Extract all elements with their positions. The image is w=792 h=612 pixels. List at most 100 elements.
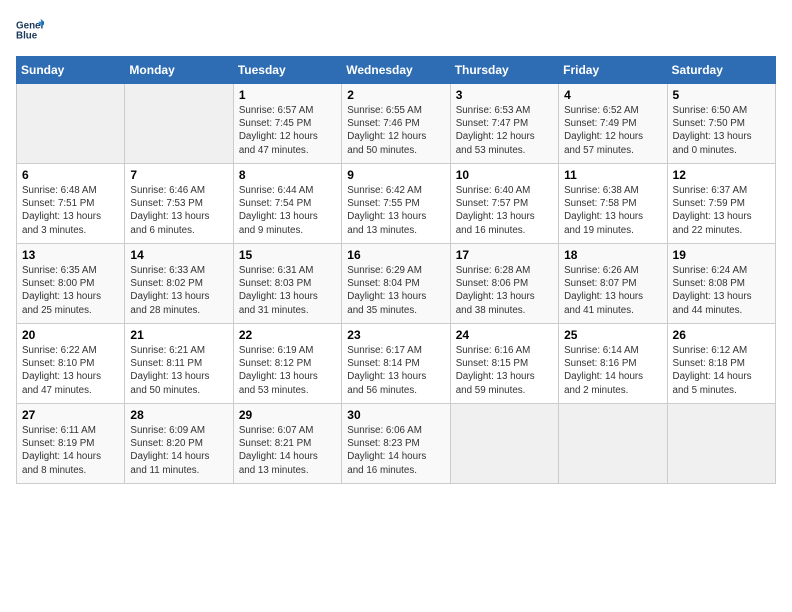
calendar-cell: 22 Sunrise: 6:19 AMSunset: 8:12 PMDayligh… (233, 324, 341, 404)
day-number: 30 (347, 408, 444, 422)
column-header-friday: Friday (559, 57, 667, 84)
day-info: Sunrise: 6:22 AMSunset: 8:10 PMDaylight:… (22, 344, 119, 397)
calendar-cell: 25 Sunrise: 6:14 AMSunset: 8:16 PMDayligh… (559, 324, 667, 404)
calendar-table: SundayMondayTuesdayWednesdayThursdayFrid… (16, 56, 776, 484)
day-info: Sunrise: 6:48 AMSunset: 7:51 PMDaylight:… (22, 184, 119, 237)
day-number: 14 (130, 248, 227, 262)
day-info: Sunrise: 6:26 AMSunset: 8:07 PMDaylight:… (564, 264, 661, 317)
calendar-cell (125, 84, 233, 164)
day-info: Sunrise: 6:11 AMSunset: 8:19 PMDaylight:… (22, 424, 119, 477)
calendar-cell: 29 Sunrise: 6:07 AMSunset: 8:21 PMDayligh… (233, 404, 341, 484)
day-info: Sunrise: 6:44 AMSunset: 7:54 PMDaylight:… (239, 184, 336, 237)
calendar-cell: 10 Sunrise: 6:40 AMSunset: 7:57 PMDayligh… (450, 164, 558, 244)
calendar-cell: 20 Sunrise: 6:22 AMSunset: 8:10 PMDayligh… (17, 324, 125, 404)
day-number: 7 (130, 168, 227, 182)
day-info: Sunrise: 6:40 AMSunset: 7:57 PMDaylight:… (456, 184, 553, 237)
column-header-tuesday: Tuesday (233, 57, 341, 84)
calendar-cell: 11 Sunrise: 6:38 AMSunset: 7:58 PMDayligh… (559, 164, 667, 244)
calendar-cell: 7 Sunrise: 6:46 AMSunset: 7:53 PMDaylight… (125, 164, 233, 244)
day-number: 18 (564, 248, 661, 262)
day-number: 6 (22, 168, 119, 182)
column-header-sunday: Sunday (17, 57, 125, 84)
day-number: 23 (347, 328, 444, 342)
day-number: 17 (456, 248, 553, 262)
calendar-cell: 26 Sunrise: 6:12 AMSunset: 8:18 PMDayligh… (667, 324, 775, 404)
calendar-cell: 1 Sunrise: 6:57 AMSunset: 7:45 PMDaylight… (233, 84, 341, 164)
day-info: Sunrise: 6:57 AMSunset: 7:45 PMDaylight:… (239, 104, 336, 157)
day-number: 3 (456, 88, 553, 102)
day-info: Sunrise: 6:38 AMSunset: 7:58 PMDaylight:… (564, 184, 661, 237)
calendar-cell (17, 84, 125, 164)
day-info: Sunrise: 6:29 AMSunset: 8:04 PMDaylight:… (347, 264, 444, 317)
day-info: Sunrise: 6:21 AMSunset: 8:11 PMDaylight:… (130, 344, 227, 397)
day-number: 26 (673, 328, 770, 342)
day-info: Sunrise: 6:19 AMSunset: 8:12 PMDaylight:… (239, 344, 336, 397)
calendar-cell: 30 Sunrise: 6:06 AMSunset: 8:23 PMDayligh… (342, 404, 450, 484)
day-info: Sunrise: 6:50 AMSunset: 7:50 PMDaylight:… (673, 104, 770, 157)
day-number: 13 (22, 248, 119, 262)
calendar-cell: 9 Sunrise: 6:42 AMSunset: 7:55 PMDaylight… (342, 164, 450, 244)
day-info: Sunrise: 6:14 AMSunset: 8:16 PMDaylight:… (564, 344, 661, 397)
day-info: Sunrise: 6:52 AMSunset: 7:49 PMDaylight:… (564, 104, 661, 157)
svg-text:Blue: Blue (16, 30, 38, 41)
day-info: Sunrise: 6:31 AMSunset: 8:03 PMDaylight:… (239, 264, 336, 317)
day-number: 10 (456, 168, 553, 182)
calendar-cell (450, 404, 558, 484)
calendar-cell: 13Sunrise: 6:35 AMSunset: 8:00 PMDayligh… (17, 244, 125, 324)
day-info: Sunrise: 6:55 AMSunset: 7:46 PMDaylight:… (347, 104, 444, 157)
day-info: Sunrise: 6:24 AMSunset: 8:08 PMDaylight:… (673, 264, 770, 317)
day-info: Sunrise: 6:12 AMSunset: 8:18 PMDaylight:… (673, 344, 770, 397)
day-number: 28 (130, 408, 227, 422)
day-number: 15 (239, 248, 336, 262)
day-info: Sunrise: 6:17 AMSunset: 8:14 PMDaylight:… (347, 344, 444, 397)
column-header-monday: Monday (125, 57, 233, 84)
calendar-cell (667, 404, 775, 484)
day-info: Sunrise: 6:37 AMSunset: 7:59 PMDaylight:… (673, 184, 770, 237)
day-info: Sunrise: 6:07 AMSunset: 8:21 PMDaylight:… (239, 424, 336, 477)
calendar-cell: 6 Sunrise: 6:48 AMSunset: 7:51 PMDaylight… (17, 164, 125, 244)
column-header-thursday: Thursday (450, 57, 558, 84)
calendar-cell (559, 404, 667, 484)
logo-icon: General Blue (16, 16, 44, 44)
calendar-cell: 19 Sunrise: 6:24 AMSunset: 8:08 PMDayligh… (667, 244, 775, 324)
day-number: 9 (347, 168, 444, 182)
calendar-cell: 12 Sunrise: 6:37 AMSunset: 7:59 PMDayligh… (667, 164, 775, 244)
day-number: 19 (673, 248, 770, 262)
day-number: 22 (239, 328, 336, 342)
calendar-cell: 2 Sunrise: 6:55 AMSunset: 7:46 PMDaylight… (342, 84, 450, 164)
day-number: 12 (673, 168, 770, 182)
calendar-cell: 21 Sunrise: 6:21 AMSunset: 8:11 PMDayligh… (125, 324, 233, 404)
day-number: 20 (22, 328, 119, 342)
day-info: Sunrise: 6:06 AMSunset: 8:23 PMDaylight:… (347, 424, 444, 477)
day-number: 24 (456, 328, 553, 342)
calendar-cell: 28 Sunrise: 6:09 AMSunset: 8:20 PMDayligh… (125, 404, 233, 484)
day-number: 8 (239, 168, 336, 182)
day-number: 1 (239, 88, 336, 102)
calendar-cell: 17Sunrise: 6:28 AMSunset: 8:06 PMDayligh… (450, 244, 558, 324)
day-number: 27 (22, 408, 119, 422)
day-number: 25 (564, 328, 661, 342)
day-number: 5 (673, 88, 770, 102)
day-info: Sunrise: 6:42 AMSunset: 7:55 PMDaylight:… (347, 184, 444, 237)
logo: General Blue (16, 16, 50, 44)
calendar-cell: 27 Sunrise: 6:11 AMSunset: 8:19 PMDayligh… (17, 404, 125, 484)
calendar-cell: 24 Sunrise: 6:16 AMSunset: 8:15 PMDayligh… (450, 324, 558, 404)
calendar-cell: 3 Sunrise: 6:53 AMSunset: 7:47 PMDaylight… (450, 84, 558, 164)
calendar-cell: 4 Sunrise: 6:52 AMSunset: 7:49 PMDaylight… (559, 84, 667, 164)
day-info: Sunrise: 6:09 AMSunset: 8:20 PMDaylight:… (130, 424, 227, 477)
day-info: Sunrise: 6:46 AMSunset: 7:53 PMDaylight:… (130, 184, 227, 237)
day-info: Sunrise: 6:16 AMSunset: 8:15 PMDaylight:… (456, 344, 553, 397)
calendar-cell: 16 Sunrise: 6:29 AMSunset: 8:04 PMDayligh… (342, 244, 450, 324)
calendar-cell: 8 Sunrise: 6:44 AMSunset: 7:54 PMDaylight… (233, 164, 341, 244)
day-number: 4 (564, 88, 661, 102)
day-number: 11 (564, 168, 661, 182)
day-info: Sunrise: 6:53 AMSunset: 7:47 PMDaylight:… (456, 104, 553, 157)
column-header-saturday: Saturday (667, 57, 775, 84)
day-number: 29 (239, 408, 336, 422)
column-header-wednesday: Wednesday (342, 57, 450, 84)
day-number: 2 (347, 88, 444, 102)
day-number: 16 (347, 248, 444, 262)
calendar-cell: 5 Sunrise: 6:50 AMSunset: 7:50 PMDaylight… (667, 84, 775, 164)
day-number: 21 (130, 328, 227, 342)
calendar-cell: 23 Sunrise: 6:17 AMSunset: 8:14 PMDayligh… (342, 324, 450, 404)
